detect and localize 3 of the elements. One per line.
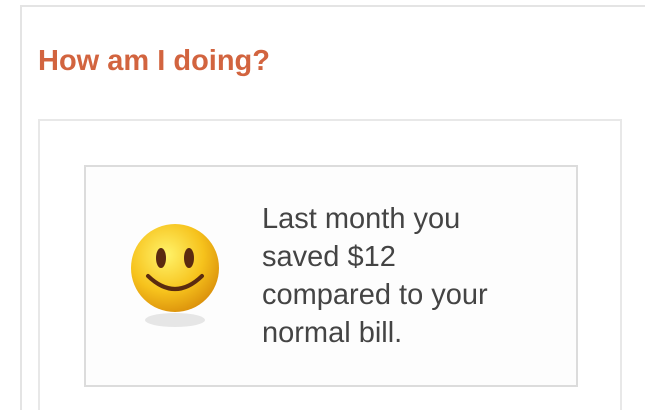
smiley-icon [128, 222, 222, 330]
message-text: Last month you saved $12 compared to your normal bill. [262, 202, 488, 351]
section-heading: How am I doing? [38, 44, 271, 79]
